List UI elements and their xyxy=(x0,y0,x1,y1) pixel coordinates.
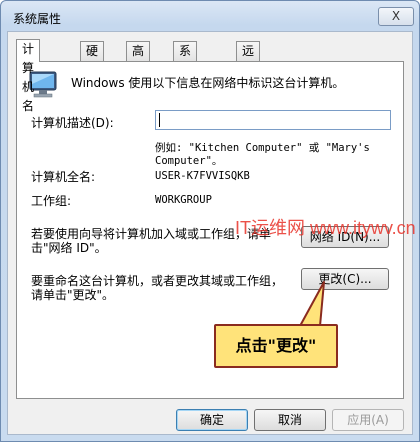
callout-pointer xyxy=(299,281,325,327)
callout-annotation: 点击"更改" xyxy=(214,324,338,368)
tab-label: 计算机名 xyxy=(22,42,35,113)
tab-computer-name[interactable]: 计算机名 xyxy=(16,39,41,113)
